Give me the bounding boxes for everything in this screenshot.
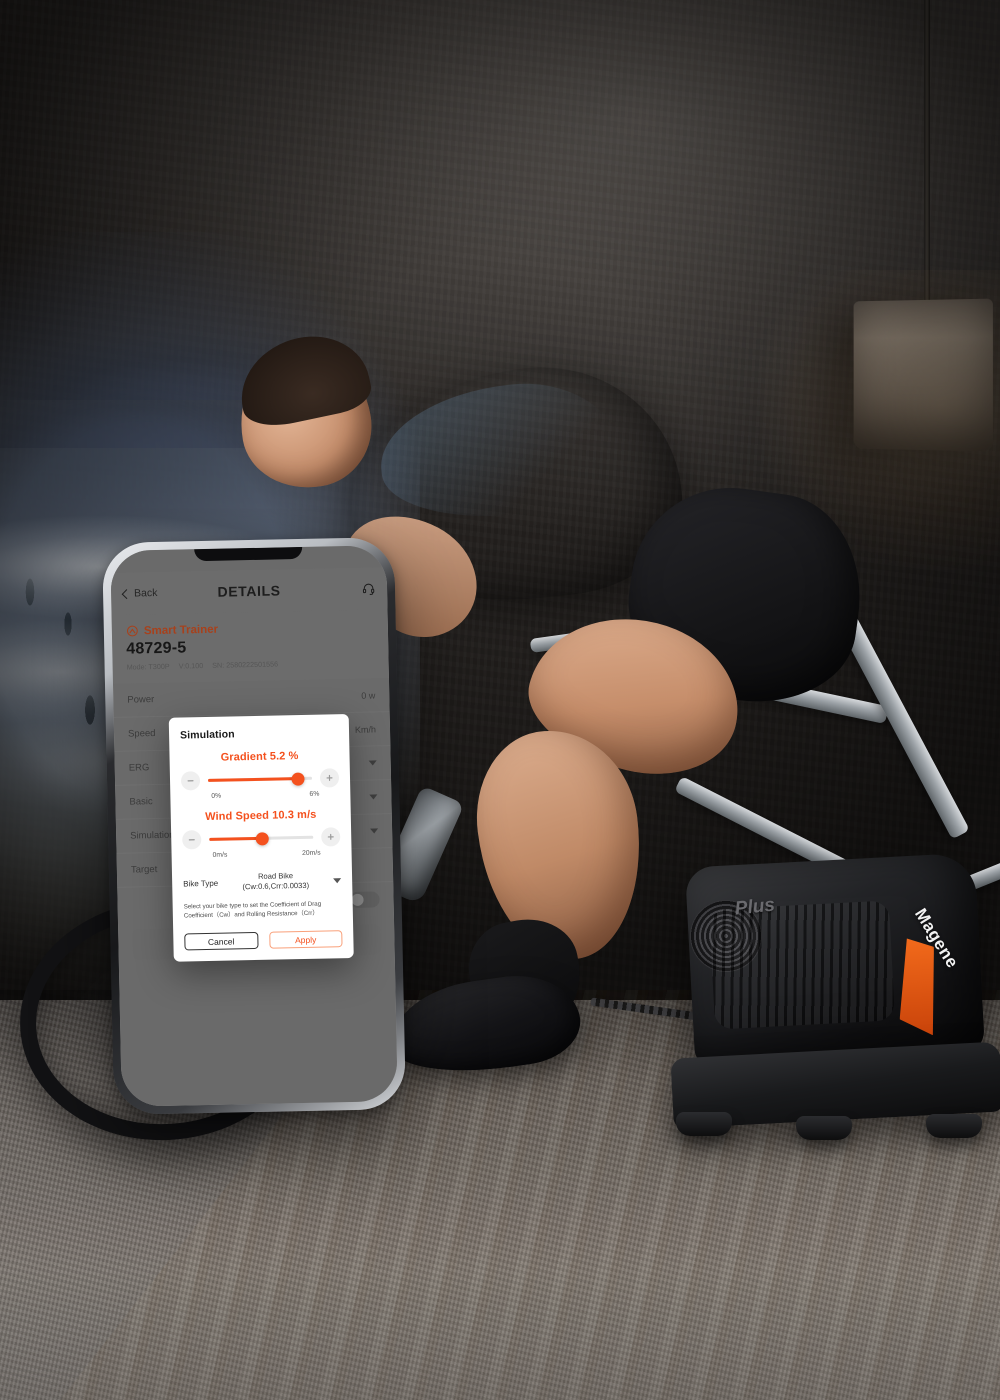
cancel-button[interactable]: Cancel — [184, 932, 258, 951]
trainer-foot — [796, 1116, 852, 1140]
wind-slider-fill — [209, 837, 262, 841]
wind-slider-track[interactable] — [209, 836, 313, 841]
plus-icon — [326, 832, 335, 841]
trainer-foot — [926, 1114, 982, 1138]
wind-slider-thumb[interactable] — [256, 832, 269, 845]
dialog-layer: Simulation Gradient 5.2 % 0% 6% Wind Spe… — [110, 545, 398, 1107]
gradient-decrement-button[interactable] — [181, 771, 200, 790]
phone-device: Back DETAILS Smart Trainer 48729-5 Mode:… — [102, 537, 406, 1115]
dialog-title: Simulation — [180, 726, 338, 741]
app-screen: Back DETAILS Smart Trainer 48729-5 Mode:… — [110, 545, 398, 1107]
bike-type-value: Road Bike (Cw:0.6,Crr:0.0033) — [218, 870, 333, 893]
bike-type-label: Bike Type — [183, 879, 218, 889]
gradient-slider-track[interactable] — [208, 777, 312, 782]
minus-icon — [187, 835, 196, 844]
minus-icon — [186, 776, 195, 785]
gradient-slider-fill — [208, 777, 299, 782]
wind-value-label: Wind Speed 10.3 m/s — [182, 808, 340, 823]
phone-screen-bezel: Back DETAILS Smart Trainer 48729-5 Mode:… — [110, 545, 398, 1107]
wind-decrement-button[interactable] — [182, 830, 201, 849]
wind-min-label: 0m/s — [213, 852, 228, 859]
gradient-max-label: 6% — [309, 791, 319, 798]
chevron-down-icon[interactable] — [333, 878, 341, 883]
bike-type-hint: Select your bike type to set the Coeffic… — [184, 899, 342, 921]
dialog-actions: Cancel Apply — [184, 930, 342, 950]
gradient-scale: 0% 6% — [181, 787, 339, 800]
bike-type-value-name: Road Bike — [258, 871, 293, 881]
gradient-increment-button[interactable] — [320, 768, 339, 787]
wind-increment-button[interactable] — [321, 827, 340, 846]
simulation-dialog: Simulation Gradient 5.2 % 0% 6% Wind Spe… — [169, 714, 354, 962]
trainer-feet — [676, 1110, 996, 1136]
gradient-value-label: Gradient 5.2 % — [180, 749, 338, 764]
cycling-shoe — [385, 967, 586, 1083]
gradient-min-label: 0% — [211, 793, 221, 800]
wind-scale: 0m/s 20m/s — [182, 846, 340, 859]
wind-max-label: 20m/s — [302, 850, 321, 857]
apply-button[interactable]: Apply — [269, 930, 343, 949]
bike-type-row[interactable]: Bike Type Road Bike (Cw:0.6,Crr:0.0033) — [183, 870, 341, 894]
bike-type-value-coeff: (Cw:0.6,Crr:0.0033) — [242, 881, 309, 891]
gradient-slider-thumb[interactable] — [292, 772, 305, 785]
trainer-foot — [676, 1112, 732, 1136]
screenshot-stage: Plus Magene Back DETAILS Smart Trainer 4… — [0, 0, 1000, 1400]
plus-icon — [325, 773, 334, 782]
